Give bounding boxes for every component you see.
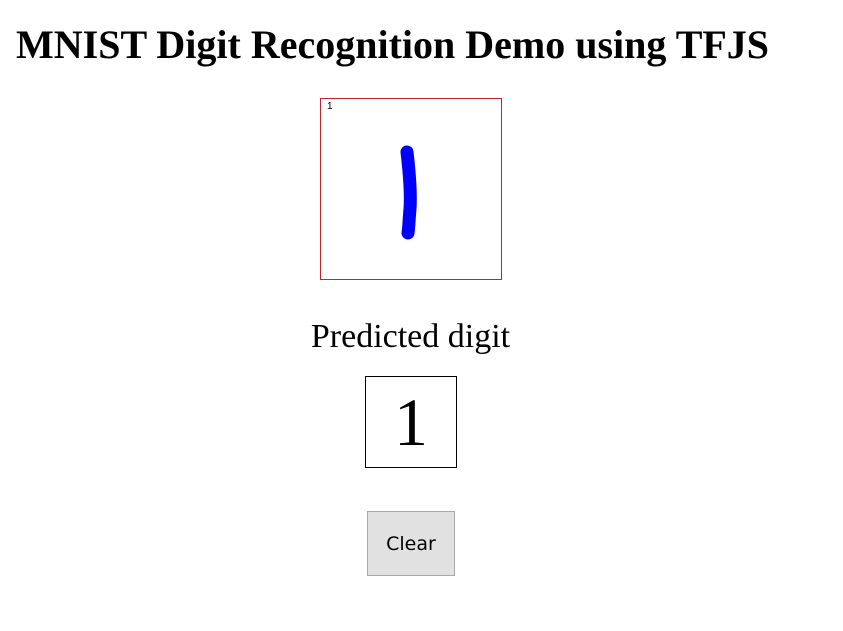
prediction-result-box: 1	[365, 376, 457, 468]
predicted-digit-label: Predicted digit	[310, 318, 511, 355]
drawn-stroke-svg	[400, 145, 417, 240]
drawn-digit-stroke	[400, 145, 417, 240]
predicted-digit-value: 1	[394, 384, 428, 460]
drawing-canvas[interactable]: 1	[320, 98, 502, 280]
page-title: MNIST Digit Recognition Demo using TFJS	[16, 22, 770, 67]
clear-button[interactable]: Clear	[367, 511, 455, 576]
